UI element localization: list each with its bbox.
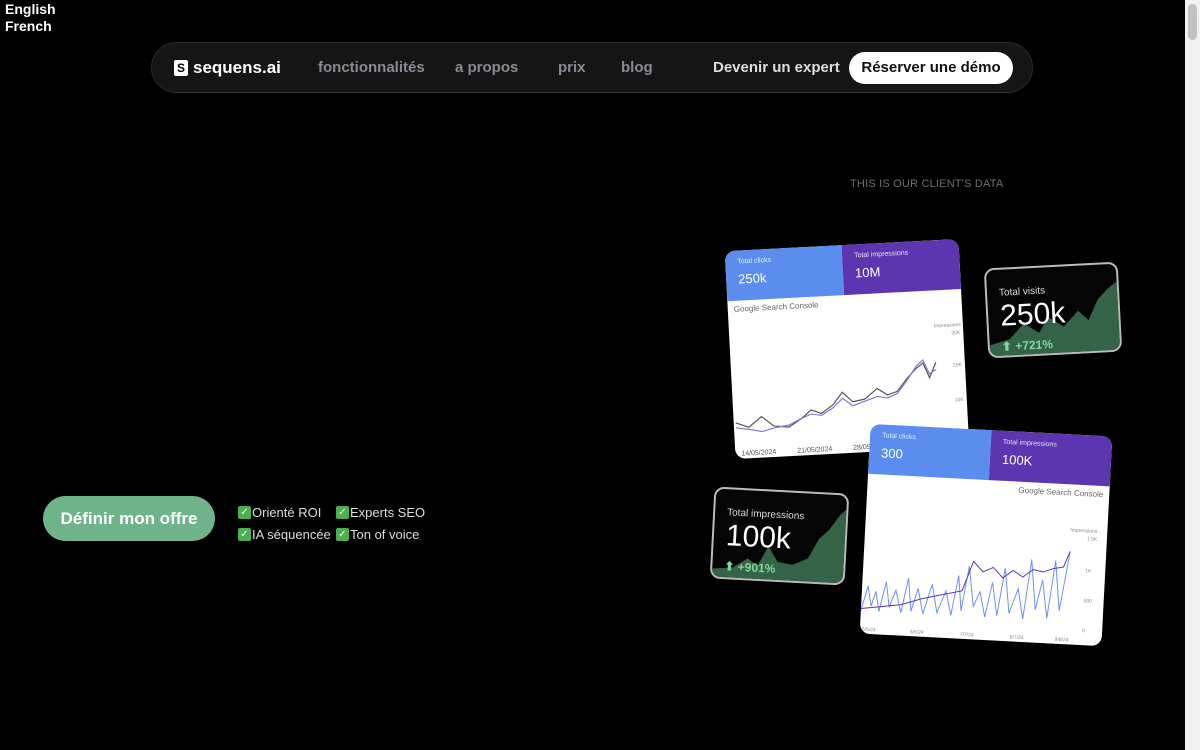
total-impressions-card: Total impressions 100k ⬆ +901%: [709, 486, 850, 586]
lang-english[interactable]: English: [5, 1, 56, 17]
logo-icon: S: [174, 60, 188, 76]
arrow-up-icon: ⬆: [1001, 339, 1013, 354]
svg-text:Impressions: Impressions: [934, 322, 962, 329]
nav-prix[interactable]: prix: [558, 59, 586, 76]
svg-text:7/7/24: 7/7/24: [960, 632, 974, 639]
total-visits-card: Total visits 250k ⬆ +721%: [983, 261, 1123, 359]
become-expert-link[interactable]: Devenir un expert: [713, 59, 840, 76]
logo-text: sequens.ai: [193, 58, 281, 77]
nav-fonctionnalites[interactable]: fonctionnalités: [318, 59, 425, 76]
nav-a-propos[interactable]: a propos: [455, 59, 518, 76]
define-offer-button[interactable]: Définir mon offre: [43, 496, 215, 541]
svg-text:0: 0: [1082, 628, 1085, 634]
card1-xtick: 21/05/2024: [797, 446, 832, 455]
svg-text:9/8/24: 9/8/24: [1054, 637, 1068, 644]
svg-text:10K: 10K: [955, 397, 965, 403]
card2-chart: Impressions 1.5K 1K 500 0 5/5/24 6/6/24 …: [860, 527, 1098, 644]
nav-blog[interactable]: blog: [621, 59, 653, 76]
check-icon: ✓: [238, 528, 251, 541]
svg-text:5/5/24: 5/5/24: [862, 627, 876, 634]
growth-badge: ⬆ +721%: [1001, 337, 1054, 354]
svg-text:500: 500: [1084, 598, 1093, 604]
svg-text:6/6/24: 6/6/24: [910, 629, 924, 636]
lang-french[interactable]: French: [5, 18, 52, 34]
navbar: Ssequens.ai fonctionnalités a propos pri…: [151, 42, 1033, 93]
check-icon: ✓: [238, 506, 251, 519]
card1-xtick: 14/05/2024: [741, 449, 776, 458]
svg-text:20K: 20K: [953, 362, 963, 368]
check-icon: ✓: [336, 506, 349, 519]
arrow-up-icon: ⬆: [723, 559, 735, 574]
logo[interactable]: Ssequens.ai: [174, 58, 281, 78]
check-item: ✓ Orienté ROI: [238, 505, 321, 520]
svg-text:1.5K: 1.5K: [1087, 536, 1098, 543]
svg-text:1K: 1K: [1085, 568, 1092, 574]
check-item: ✓ Ton of voice: [336, 527, 419, 542]
book-demo-button[interactable]: Réserver une démo: [849, 52, 1013, 84]
svg-text:Impressions: Impressions: [1070, 527, 1098, 534]
check-icon: ✓: [336, 528, 349, 541]
check-item: ✓ IA séquencée: [238, 527, 331, 542]
scrollbar[interactable]: [1185, 0, 1200, 750]
growth-badge: ⬆ +901%: [723, 559, 776, 576]
svg-text:8/7/24: 8/7/24: [1010, 634, 1024, 641]
search-console-card-1: Total clicks 250k Total impressions 10M Goo…: [724, 239, 970, 459]
search-console-card-2: Total clicks 300 Total impressions 100K Goo…: [859, 423, 1113, 647]
check-item: ✓ Experts SEO: [336, 505, 425, 520]
client-data-caption: THIS IS OUR CLIENT'S DATA: [850, 178, 1004, 190]
scrollbar-thumb[interactable]: [1188, 4, 1197, 40]
svg-text:30K: 30K: [951, 330, 961, 336]
